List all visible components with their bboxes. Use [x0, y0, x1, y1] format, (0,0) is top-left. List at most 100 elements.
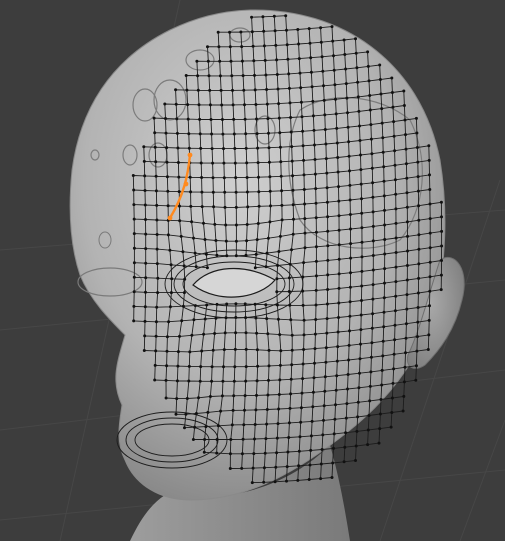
- mesh-vertex[interactable]: [439, 200, 443, 204]
- mesh-vertex[interactable]: [347, 343, 351, 347]
- mesh-vertex[interactable]: [277, 250, 281, 253]
- mesh-vertex[interactable]: [347, 140, 351, 144]
- mesh-vertex[interactable]: [254, 316, 258, 320]
- mesh-vertex[interactable]: [371, 239, 375, 243]
- mesh-vertex[interactable]: [208, 103, 212, 107]
- mesh-vertex[interactable]: [211, 176, 215, 180]
- mesh-vertex[interactable]: [245, 161, 249, 165]
- mesh-vertex[interactable]: [417, 218, 421, 222]
- mesh-vertex[interactable]: [301, 289, 305, 293]
- mesh-vertex[interactable]: [132, 319, 136, 323]
- mesh-vertex[interactable]: [343, 445, 347, 449]
- mesh-vertex[interactable]: [325, 331, 329, 335]
- mesh-vertex[interactable]: [244, 132, 248, 136]
- mesh-vertex[interactable]: [288, 406, 292, 410]
- mesh-vertex[interactable]: [253, 437, 256, 441]
- mesh-vertex[interactable]: [176, 161, 180, 164]
- mesh-vertex[interactable]: [218, 59, 222, 63]
- mesh-vertex[interactable]: [326, 273, 330, 277]
- mesh-vertex[interactable]: [401, 409, 405, 413]
- mesh-vertex[interactable]: [344, 416, 348, 420]
- mesh-vertex[interactable]: [234, 254, 238, 258]
- mesh-vertex[interactable]: [369, 355, 373, 359]
- mesh-vertex[interactable]: [320, 448, 324, 451]
- mesh-vertex[interactable]: [165, 364, 169, 368]
- mesh-vertex[interactable]: [439, 288, 443, 292]
- mesh-vertex[interactable]: [307, 27, 311, 31]
- mesh-vertex[interactable]: [210, 365, 214, 369]
- mesh-vertex[interactable]: [284, 14, 288, 18]
- mesh-vertex[interactable]: [243, 117, 247, 121]
- mesh-vertex[interactable]: [349, 256, 353, 260]
- mesh-vertex[interactable]: [428, 304, 431, 308]
- mesh-vertex[interactable]: [393, 163, 397, 167]
- mesh-vertex[interactable]: [319, 462, 323, 466]
- mesh-vertex[interactable]: [224, 223, 228, 227]
- mesh-vertex[interactable]: [276, 317, 280, 321]
- mesh-vertex[interactable]: [225, 302, 229, 306]
- mesh-vertex[interactable]: [417, 204, 421, 208]
- mesh-vertex[interactable]: [309, 434, 313, 438]
- mesh-vertex[interactable]: [206, 45, 209, 49]
- mesh-vertex[interactable]: [207, 74, 211, 78]
- mesh-vertex[interactable]: [287, 276, 291, 280]
- mesh-vertex[interactable]: [404, 351, 407, 355]
- mesh-vertex[interactable]: [272, 14, 276, 18]
- mesh-vertex[interactable]: [256, 146, 260, 150]
- mesh-vertex[interactable]: [261, 15, 265, 19]
- mesh-vertex[interactable]: [370, 166, 374, 170]
- mesh-vertex[interactable]: [208, 395, 212, 398]
- mesh-vertex[interactable]: [348, 213, 352, 216]
- mesh-vertex[interactable]: [229, 438, 233, 441]
- mesh-vertex[interactable]: [301, 275, 305, 279]
- mesh-vertex[interactable]: [233, 347, 237, 351]
- mesh-vertex[interactable]: [299, 86, 303, 90]
- mesh-vertex[interactable]: [394, 265, 398, 269]
- mesh-vertex[interactable]: [264, 303, 268, 307]
- mesh-vertex[interactable]: [215, 302, 219, 306]
- mesh-vertex[interactable]: [202, 221, 205, 225]
- mesh-vertex[interactable]: [189, 204, 193, 208]
- mesh-vertex[interactable]: [223, 331, 227, 335]
- mesh-vertex[interactable]: [230, 74, 234, 78]
- mesh-vertex[interactable]: [144, 232, 148, 236]
- mesh-vertex[interactable]: [240, 452, 244, 456]
- mesh-vertex[interactable]: [154, 349, 158, 353]
- mesh-vertex[interactable]: [143, 305, 147, 309]
- mesh-vertex[interactable]: [220, 103, 224, 107]
- mesh-vertex[interactable]: [166, 189, 170, 193]
- mesh-vertex[interactable]: [154, 160, 158, 164]
- mesh-vertex[interactable]: [323, 128, 327, 131]
- mesh-vertex[interactable]: [356, 95, 360, 99]
- mesh-vertex[interactable]: [360, 269, 364, 273]
- mesh-vertex[interactable]: [285, 28, 288, 32]
- mesh-vertex[interactable]: [265, 88, 269, 91]
- mesh-vertex[interactable]: [198, 132, 202, 136]
- mesh-vertex[interactable]: [390, 76, 394, 80]
- mesh-vertex[interactable]: [210, 132, 214, 136]
- mesh-vertex[interactable]: [383, 281, 386, 285]
- mesh-vertex[interactable]: [265, 422, 269, 426]
- mesh-vertex[interactable]: [371, 254, 375, 257]
- 3d-viewport[interactable]: [0, 0, 505, 541]
- mesh-vertex[interactable]: [176, 364, 180, 368]
- mesh-vertex[interactable]: [394, 207, 398, 211]
- mesh-vertex[interactable]: [277, 102, 281, 106]
- mesh-vertex[interactable]: [222, 147, 225, 151]
- mesh-vertex[interactable]: [324, 360, 328, 364]
- mesh-vertex[interactable]: [241, 74, 245, 78]
- mesh-vertex[interactable]: [337, 272, 341, 276]
- mesh-vertex[interactable]: [356, 415, 360, 419]
- mesh-vertex[interactable]: [290, 363, 294, 367]
- mesh-vertex[interactable]: [275, 290, 279, 294]
- mesh-vertex[interactable]: [371, 195, 375, 199]
- mesh-vertex[interactable]: [359, 328, 363, 332]
- mesh-vertex[interactable]: [143, 203, 147, 207]
- mesh-vertex[interactable]: [301, 377, 305, 381]
- mesh-vertex[interactable]: [199, 365, 203, 369]
- mesh-vertex[interactable]: [142, 159, 146, 163]
- mesh-vertex[interactable]: [268, 189, 272, 193]
- mesh-vertex[interactable]: [142, 349, 146, 352]
- mesh-vertex[interactable]: [417, 233, 421, 237]
- mesh-vertex[interactable]: [209, 118, 213, 121]
